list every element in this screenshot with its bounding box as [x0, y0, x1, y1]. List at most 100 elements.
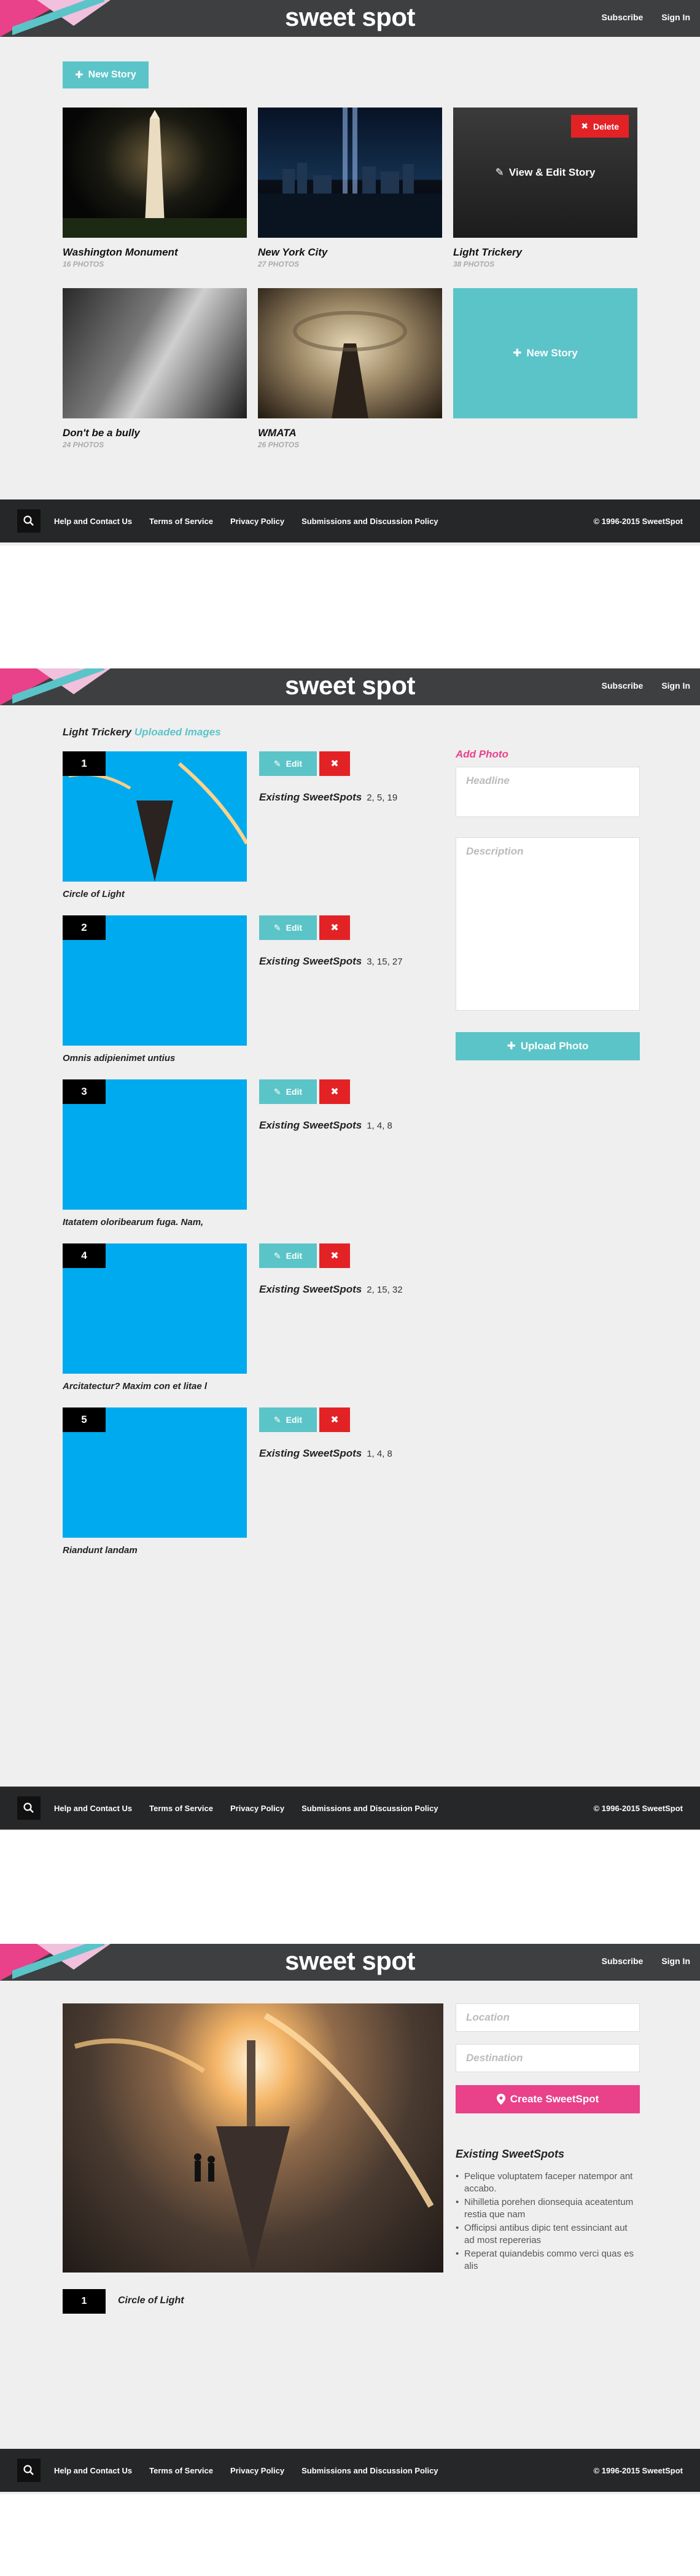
list-item[interactable]: Reperat quiandebis commo verci quas es a…: [456, 2248, 640, 2273]
privacy-link[interactable]: Privacy Policy: [230, 1804, 284, 1813]
pencil-icon: ✎: [273, 1250, 281, 1261]
main-photo[interactable]: [63, 2003, 443, 2273]
pencil-icon: ✎: [273, 758, 281, 769]
photo-number: 1: [63, 751, 106, 776]
existing-spot-ids: 1, 4, 8: [367, 1121, 392, 1131]
story-photo-count: 26 PHOTOS: [258, 440, 300, 449]
headline-field[interactable]: Headline: [456, 767, 640, 817]
terms-link[interactable]: Terms of Service: [149, 2466, 213, 2475]
existing-spots: Existing SweetSpots 2, 5, 19: [259, 791, 398, 803]
site-logo[interactable]: sweet spot: [0, 672, 700, 699]
close-icon: ✖: [330, 1251, 339, 1261]
photo-number: 3: [63, 1079, 106, 1104]
edit-photo-button[interactable]: ✎ Edit: [259, 915, 317, 940]
submissions-link[interactable]: Submissions and Discussion Policy: [301, 1804, 438, 1813]
plus-icon: ✚: [507, 1040, 516, 1052]
skyline-illustration: [258, 108, 442, 238]
story-image[interactable]: [258, 288, 442, 418]
close-icon: ✖: [330, 759, 339, 769]
submissions-link[interactable]: Submissions and Discussion Policy: [301, 517, 438, 526]
edit-photo-button[interactable]: ✎ Edit: [259, 1243, 317, 1268]
copyright: © 1996-2015 SweetSpot: [593, 2465, 683, 2475]
help-link[interactable]: Help and Contact Us: [54, 1804, 132, 1813]
list-item[interactable]: Nihilletia porehen dionsequia aceatentum…: [456, 2196, 640, 2221]
story-card-hover[interactable]: ✎ View & Edit Story ✖ Delete Light Trick…: [453, 108, 637, 268]
help-link[interactable]: Help and Contact Us: [54, 517, 132, 526]
story-card[interactable]: Washington Monument 16 PHOTOS: [63, 108, 247, 268]
list-item[interactable]: Officipsi antibus dipic tent essinciant …: [456, 2222, 640, 2247]
station-illustration: [293, 311, 407, 418]
new-story-tile[interactable]: ✚ New Story: [453, 288, 637, 418]
delete-photo-button[interactable]: ✖: [319, 1407, 350, 1432]
story-name[interactable]: Light Trickery: [63, 726, 131, 738]
subscribe-link[interactable]: Subscribe: [602, 681, 644, 691]
help-link[interactable]: Help and Contact Us: [54, 2466, 132, 2475]
delete-photo-button[interactable]: ✖: [319, 751, 350, 776]
story-title[interactable]: Light Trickery: [453, 246, 637, 259]
story-card[interactable]: New York City 27 PHOTOS: [258, 108, 442, 268]
existing-spot-ids: 2, 15, 32: [367, 1285, 403, 1295]
story-title[interactable]: WMATA: [258, 427, 442, 439]
submissions-link[interactable]: Submissions and Discussion Policy: [301, 2466, 438, 2475]
search-icon: [23, 2465, 34, 2475]
story-image[interactable]: ✎ View & Edit Story ✖ Delete: [453, 108, 637, 238]
pencil-icon: ✎: [273, 922, 281, 933]
search-button[interactable]: [17, 1796, 41, 1820]
tunnel-photo-illustration: [74, 2013, 434, 2273]
map-pin-icon: [496, 2094, 505, 2105]
edit-photo-button[interactable]: ✎ Edit: [259, 1407, 317, 1432]
privacy-link[interactable]: Privacy Policy: [230, 517, 284, 526]
story-image[interactable]: [63, 108, 247, 238]
search-button[interactable]: [17, 509, 41, 533]
story-title[interactable]: Washington Monument: [63, 246, 247, 259]
existing-spot-ids: 2, 5, 19: [367, 793, 398, 803]
story-card[interactable]: WMATA 26 PHOTOS: [258, 288, 442, 449]
story-title[interactable]: New York City: [258, 246, 442, 259]
site-logo[interactable]: sweet spot: [0, 1948, 700, 1975]
delete-photo-button[interactable]: ✖: [319, 1243, 350, 1268]
delete-photo-button[interactable]: ✖: [319, 1079, 350, 1104]
list-item[interactable]: Pelique voluptatem faceper natempor ant …: [456, 2171, 640, 2195]
photo-number: 1: [63, 2289, 106, 2314]
story-image[interactable]: [63, 288, 247, 418]
sign-in-link[interactable]: Sign In: [661, 681, 690, 691]
subscribe-link[interactable]: Subscribe: [602, 1956, 644, 1966]
delete-story-button[interactable]: ✖ Delete: [571, 115, 629, 138]
terms-link[interactable]: Terms of Service: [149, 517, 213, 526]
subscribe-link[interactable]: Subscribe: [602, 12, 644, 22]
close-icon: ✖: [581, 121, 588, 131]
story-image[interactable]: [258, 108, 442, 238]
delete-photo-button[interactable]: ✖: [319, 915, 350, 940]
photo-caption: Omnis adipienimet untius: [63, 1053, 176, 1063]
new-story-button[interactable]: ✚ New Story: [63, 61, 149, 88]
edit-photo-button[interactable]: ✎ Edit: [259, 1079, 317, 1104]
create-sweetspot-button[interactable]: Create SweetSpot: [456, 2085, 640, 2113]
existing-sweetspots-list: Existing SweetSpots Pelique voluptatem f…: [456, 2148, 640, 2274]
edit-photo-button[interactable]: ✎ Edit: [259, 751, 317, 776]
search-button[interactable]: [17, 2459, 41, 2482]
destination-input[interactable]: Destination: [456, 2044, 640, 2072]
site-footer: Help and Contact Us Terms of Service Pri…: [0, 1787, 700, 1830]
story-card[interactable]: Don't be a bully 24 PHOTOS: [63, 288, 247, 449]
terms-link[interactable]: Terms of Service: [149, 1804, 213, 1813]
sign-in-link[interactable]: Sign In: [661, 1956, 690, 1966]
site-logo[interactable]: sweet spot: [0, 4, 700, 31]
pencil-icon: ✎: [273, 1414, 281, 1425]
photo-number: 2: [63, 915, 106, 940]
sign-in-link[interactable]: Sign In: [661, 12, 690, 22]
privacy-link[interactable]: Privacy Policy: [230, 2466, 284, 2475]
description-field[interactable]: Description: [456, 837, 640, 1011]
existing-title: Existing SweetSpots: [456, 2148, 565, 2160]
existing-spots: Existing SweetSpots 1, 4, 8: [259, 1447, 392, 1459]
pencil-icon: ✎: [273, 1086, 281, 1097]
close-icon: ✖: [330, 1415, 339, 1425]
upload-photo-button[interactable]: ✚ Upload Photo: [456, 1032, 640, 1060]
search-icon: [23, 515, 34, 526]
site-header: sweet spot Subscribe Sign In: [0, 668, 700, 705]
close-icon: ✖: [330, 923, 339, 933]
existing-spots: Existing SweetSpots 3, 15, 27: [259, 955, 403, 967]
story-photo-count: 24 PHOTOS: [63, 440, 104, 449]
site-header: sweet spot Subscribe Sign In: [0, 1944, 700, 1981]
location-input[interactable]: Location: [456, 2003, 640, 2032]
story-title[interactable]: Don't be a bully: [63, 427, 247, 439]
